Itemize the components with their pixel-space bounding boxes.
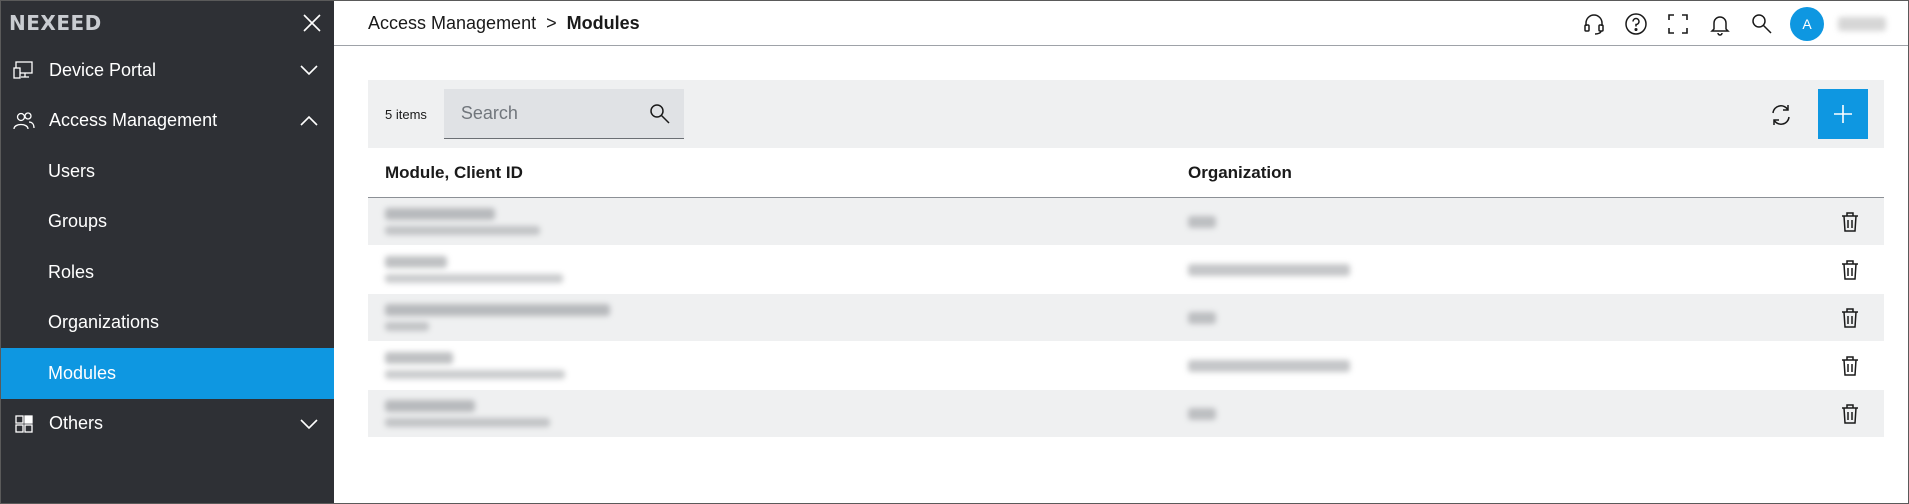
module-cell [368, 304, 1188, 331]
close-icon [303, 14, 321, 32]
search-icon[interactable] [1750, 12, 1774, 36]
sidebar-item-device-portal[interactable]: Device Portal [1, 45, 334, 96]
sidebar-item-label: Device Portal [49, 59, 157, 80]
breadcrumb-current: Modules [566, 12, 640, 33]
sidebar-item-others[interactable]: Others [1, 399, 334, 450]
chevron-down-icon [298, 59, 320, 81]
table-row[interactable] [368, 294, 1884, 341]
module-cell [368, 400, 1188, 427]
organization-cell [1188, 311, 1884, 324]
module-cell [368, 256, 1188, 283]
client-id-redacted [385, 418, 550, 427]
breadcrumb-separator: > [546, 12, 557, 33]
add-module-button[interactable] [1818, 89, 1868, 139]
username-redacted[interactable] [1838, 16, 1886, 31]
search-box [443, 89, 684, 139]
grid-icon [13, 413, 35, 435]
trash-icon[interactable] [1838, 258, 1862, 282]
sidebar-header: NEXEED [1, 1, 334, 45]
modules-table: Module, Client ID Organization [368, 148, 1884, 438]
search-input[interactable] [460, 103, 641, 124]
list-toolbar: 5 items [368, 80, 1884, 148]
bell-icon[interactable] [1708, 12, 1732, 36]
trash-icon[interactable] [1838, 306, 1862, 330]
plus-icon [1834, 105, 1852, 123]
column-header-module: Module, Client ID [385, 162, 523, 182]
close-sidebar-button[interactable] [300, 11, 324, 35]
sidebar: NEXEED Device Portal Access Management U… [1, 1, 334, 503]
sidebar-item-access-management[interactable]: Access Management [1, 96, 334, 147]
breadcrumb-parent[interactable]: Access Management [368, 13, 536, 34]
search-icon[interactable] [648, 102, 672, 126]
client-id-redacted [385, 370, 565, 379]
module-name-redacted [385, 400, 475, 412]
module-cell [368, 208, 1188, 235]
module-name-redacted [385, 208, 495, 220]
table-row[interactable] [368, 246, 1884, 293]
headset-icon[interactable] [1582, 12, 1606, 36]
organization-redacted [1188, 311, 1216, 324]
module-name-redacted [385, 304, 610, 316]
avatar[interactable]: A [1790, 6, 1824, 41]
sidebar-item-organizations[interactable]: Organizations [1, 298, 334, 349]
trash-icon[interactable] [1838, 402, 1862, 426]
table-row[interactable] [368, 342, 1884, 389]
organization-cell [1188, 215, 1884, 228]
header-actions: A [1564, 1, 1908, 46]
organization-cell [1188, 263, 1884, 276]
main-content: Access Management > Modules A 5 items Se… [334, 1, 1908, 503]
table-row[interactable] [368, 198, 1884, 245]
client-id-redacted [385, 274, 563, 283]
breadcrumb: Access Management > Modules [368, 13, 640, 34]
chevron-down-icon [298, 413, 320, 435]
module-name-redacted [385, 256, 447, 268]
client-id-redacted [385, 322, 429, 331]
refresh-icon[interactable] [1768, 102, 1794, 128]
table-header: Module, Client ID Organization [368, 148, 1884, 198]
item-count: 5 items [385, 106, 427, 122]
help-icon[interactable] [1624, 12, 1648, 36]
module-name-redacted [385, 352, 453, 364]
fullscreen-icon[interactable] [1666, 12, 1690, 36]
sidebar-item-modules[interactable]: Modules [1, 348, 334, 399]
sidebar-item-groups[interactable]: Groups [1, 197, 334, 248]
sidebar-item-label: Access Management [49, 110, 218, 131]
column-header-organization: Organization [1188, 162, 1292, 182]
organization-redacted [1188, 263, 1350, 276]
brand-logo: NEXEED [9, 11, 102, 35]
sidebar-item-roles[interactable]: Roles [1, 247, 334, 298]
trash-icon[interactable] [1838, 354, 1862, 378]
organization-redacted [1188, 359, 1350, 372]
trash-icon[interactable] [1838, 210, 1862, 234]
sidebar-item-users[interactable]: Users [1, 146, 334, 197]
app-window: NEXEED Device Portal Access Management U… [0, 0, 1909, 504]
organization-redacted [1188, 215, 1216, 228]
users-group-icon [13, 110, 35, 132]
sidebar-item-label: Others [49, 413, 104, 434]
organization-redacted [1188, 407, 1216, 420]
chevron-up-icon [298, 110, 320, 132]
module-cell [368, 352, 1188, 379]
organization-cell [1188, 407, 1884, 420]
client-id-redacted [385, 226, 540, 235]
organization-cell [1188, 359, 1884, 372]
device-icon [13, 59, 35, 81]
table-row[interactable] [368, 390, 1884, 437]
